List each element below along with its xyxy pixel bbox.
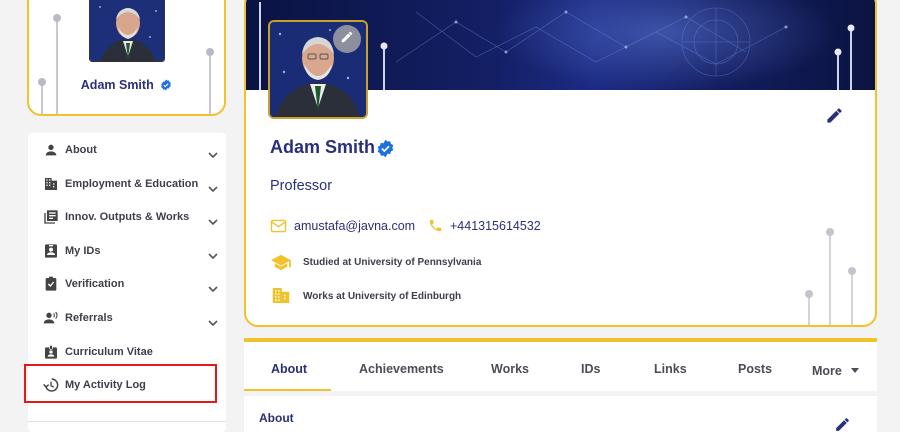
profile-name: Adam Smith <box>270 137 376 157</box>
divider <box>28 421 226 422</box>
sidebar-item-about[interactable]: About <box>28 136 226 164</box>
edit-about-button[interactable] <box>834 416 851 432</box>
chevron-down-icon[interactable] <box>208 280 218 293</box>
sidebar-item-label: Verification <box>65 278 125 290</box>
pencil-icon <box>340 30 354 49</box>
tab-ids[interactable]: IDs <box>581 362 600 376</box>
sidebar-item-my-ids[interactable]: My IDs <box>28 237 226 265</box>
tab-achievements[interactable]: Achievements <box>359 362 444 376</box>
decoration-line <box>848 267 856 325</box>
caret-down-icon <box>851 362 860 376</box>
sidebar-item-verification[interactable]: Verification <box>28 270 226 298</box>
clipboard-check-icon <box>43 276 59 292</box>
building-icon <box>272 287 290 309</box>
tab-about[interactable]: About <box>271 362 307 376</box>
id-card-icon <box>43 243 59 259</box>
badge-icon <box>43 344 59 360</box>
decoration-line <box>805 290 813 325</box>
avatar[interactable] <box>89 0 165 62</box>
profile-tabs: About Achievements Works IDs Links Posts… <box>244 338 877 391</box>
active-tab-indicator <box>244 389 331 391</box>
sidebar-item-label: About <box>65 144 97 156</box>
education-text: Studied at University of Pennsylvania <box>303 257 482 268</box>
edit-photo-button[interactable] <box>333 25 361 53</box>
sidebar-item-referrals[interactable]: Referrals <box>28 304 226 332</box>
phone-icon <box>428 218 443 238</box>
sidebar-item-employment-education[interactable]: Employment & Education <box>28 170 226 198</box>
chevron-down-icon[interactable] <box>208 314 218 327</box>
mini-profile-card: Adam Smith <box>27 0 226 116</box>
tab-more[interactable]: More <box>812 362 860 378</box>
verified-badge-icon <box>376 139 395 163</box>
sidebar-item-label: My IDs <box>65 245 101 257</box>
verified-badge-icon <box>160 79 172 94</box>
mini-profile-name: Adam Smith <box>29 78 224 94</box>
sidebar-item-label: Referrals <box>65 312 113 324</box>
building-icon <box>43 176 59 192</box>
employment-text: Works at University of Edinburgh <box>303 291 462 302</box>
email-link[interactable]: amustafa@javna.com <box>294 219 415 233</box>
tab-more-label: More <box>812 364 842 378</box>
library-icon <box>43 209 59 225</box>
tab-links[interactable]: Links <box>654 362 687 376</box>
chevron-down-icon[interactable] <box>208 146 218 159</box>
decoration-line <box>826 228 834 325</box>
about-section: About <box>244 396 877 432</box>
tab-works[interactable]: Works <box>491 362 529 376</box>
selection-highlight <box>24 364 217 403</box>
person-icon <box>43 142 59 158</box>
sidebar-item-label: Innov. Outputs & Works <box>65 211 190 223</box>
sidebar-item-curriculum-vitae[interactable]: Curriculum Vitae <box>28 338 226 366</box>
section-title: About <box>259 411 294 425</box>
graduation-cap-icon <box>270 253 292 276</box>
email-icon <box>270 219 287 238</box>
record-voice-icon <box>43 310 59 326</box>
phone-link[interactable]: +441315614532 <box>450 219 541 233</box>
pencil-icon <box>825 108 844 129</box>
chevron-down-icon[interactable] <box>208 247 218 260</box>
chevron-down-icon[interactable] <box>208 213 218 226</box>
sidebar-item-innov-outputs-works[interactable]: Innov. Outputs & Works <box>28 203 226 231</box>
edit-profile-button[interactable] <box>825 106 844 125</box>
sidebar-item-label: Employment & Education <box>65 178 199 190</box>
decoration-line <box>53 14 61 114</box>
profile-title: Professor <box>270 178 333 194</box>
sidebar-item-label: Curriculum Vitae <box>65 346 153 358</box>
tab-posts[interactable]: Posts <box>738 362 772 376</box>
chevron-down-icon[interactable] <box>208 180 218 193</box>
